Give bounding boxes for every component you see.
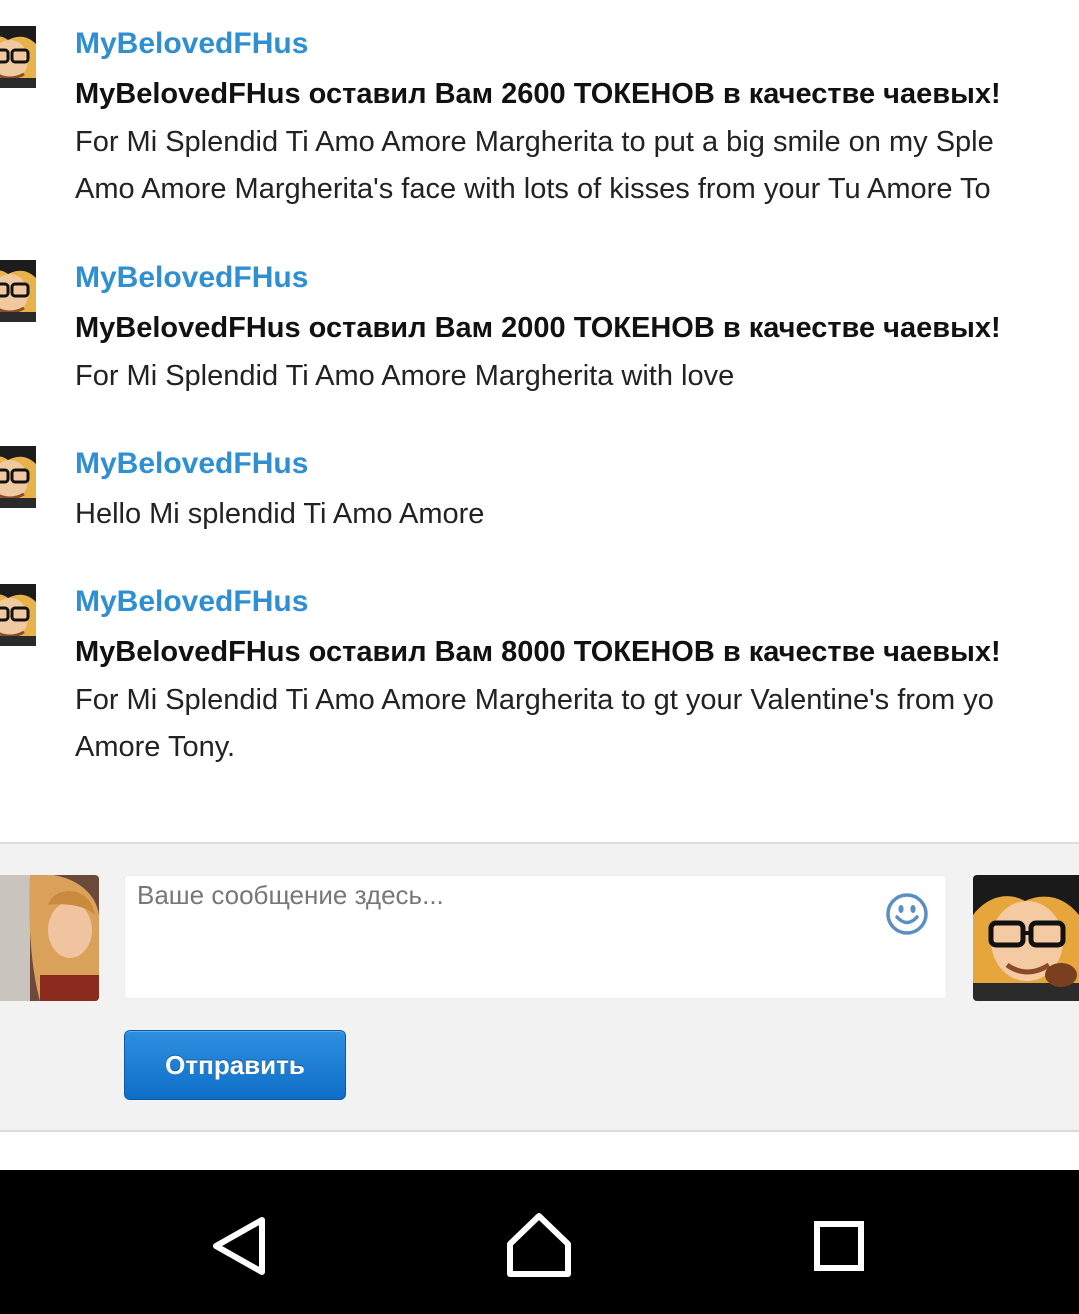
- message-composer: Отправить: [0, 842, 1079, 1132]
- message-author[interactable]: MyBelovedFHus: [75, 446, 308, 482]
- message-text-line: Amo Amore Margherita's face with lots of…: [75, 173, 991, 205]
- back-icon[interactable]: [194, 1206, 284, 1286]
- message-item: MyBelovedFHus MyBelovedFHus оставил Вам …: [0, 260, 1079, 400]
- message-input-box[interactable]: [124, 875, 947, 999]
- message-item: MyBelovedFHus MyBelovedFHus оставил Вам …: [0, 26, 1079, 216]
- author-avatar[interactable]: [0, 446, 36, 508]
- author-avatar[interactable]: [0, 584, 36, 646]
- send-button[interactable]: Отправить: [124, 1030, 346, 1100]
- message-text-line: For Mi Splendid Ti Amo Amore Margherita …: [75, 126, 994, 158]
- message-input[interactable]: [125, 876, 875, 996]
- message-text-line: For Mi Splendid Ti Amo Amore Margherita …: [75, 360, 735, 392]
- author-avatar[interactable]: [0, 260, 36, 322]
- tip-notice: MyBelovedFHus оставил Вам 2000 ТОКЕНОВ в…: [75, 312, 1001, 344]
- message-text-line: For Mi Splendid Ti Amo Amore Margherita …: [75, 684, 994, 716]
- home-icon[interactable]: [494, 1206, 584, 1286]
- message-author[interactable]: MyBelovedFHus: [75, 26, 308, 62]
- system-nav-bar: [0, 1170, 1079, 1314]
- message-author[interactable]: MyBelovedFHus: [75, 260, 308, 296]
- my-avatar[interactable]: [0, 875, 99, 1001]
- message-item: MyBelovedFHus MyBelovedFHus оставил Вам …: [0, 584, 1079, 774]
- peer-avatar[interactable]: [973, 875, 1079, 1001]
- message-list[interactable]: MyBelovedFHus MyBelovedFHus оставил Вам …: [0, 0, 1079, 842]
- tip-notice: MyBelovedFHus оставил Вам 2600 ТОКЕНОВ в…: [75, 78, 1001, 110]
- chat-page: MyBelovedFHus MyBelovedFHus оставил Вам …: [0, 0, 1079, 1314]
- smiley-icon[interactable]: [885, 892, 929, 936]
- recents-icon[interactable]: [794, 1206, 884, 1286]
- message-author[interactable]: MyBelovedFHus: [75, 584, 308, 620]
- message-item: MyBelovedFHus Hello Mi splendid Ti Amo A…: [0, 446, 1079, 546]
- tip-notice: MyBelovedFHus оставил Вам 8000 ТОКЕНОВ в…: [75, 636, 1001, 668]
- message-text-line: Hello Mi splendid Ti Amo Amore: [75, 498, 485, 530]
- message-text-line: Amore Tony.: [75, 731, 236, 763]
- author-avatar[interactable]: [0, 26, 36, 88]
